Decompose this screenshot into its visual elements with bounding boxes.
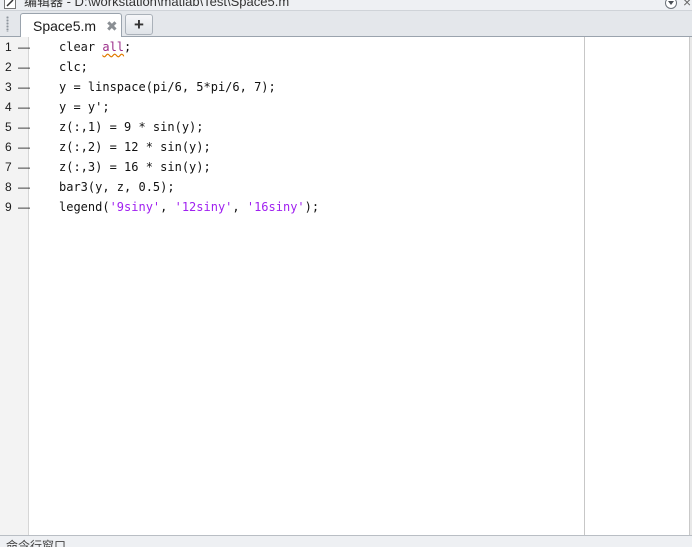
- breakpoint-marker[interactable]: —: [18, 37, 30, 57]
- code-token: );: [304, 200, 320, 214]
- code-line[interactable]: 4 — y = y';: [0, 97, 584, 117]
- code-text: y = linspace(pi/6, 5*pi/6, 7);: [59, 80, 276, 94]
- breakpoint-marker[interactable]: —: [18, 137, 30, 157]
- line-number: 1: [5, 40, 12, 54]
- editor-tab-bar: Space5.m ✖ +: [0, 11, 692, 37]
- line-number: 5: [5, 120, 12, 134]
- breakpoint-marker[interactable]: —: [18, 177, 30, 197]
- line-number: 3: [5, 80, 12, 94]
- code-line[interactable]: 9 — legend('9siny', '12siny', '16siny');: [0, 197, 584, 217]
- code-text: z(:,2) = 12 * sin(y);: [59, 140, 211, 154]
- code-token: ,: [160, 200, 175, 214]
- string-literal: '12siny': [174, 200, 233, 214]
- right-margin-guide: [584, 37, 585, 535]
- code-text: legend('9siny', '12siny', '16siny');: [59, 197, 319, 217]
- drag-grip-icon[interactable]: [6, 16, 9, 32]
- breakpoint-marker[interactable]: —: [18, 57, 30, 77]
- code-text: z(:,1) = 9 * sin(y);: [59, 120, 204, 134]
- code-line[interactable]: 6 — z(:,2) = 12 * sin(y);: [0, 137, 584, 157]
- breakpoint-marker[interactable]: —: [18, 97, 30, 117]
- new-tab-button[interactable]: +: [125, 14, 153, 35]
- breakpoint-marker[interactable]: —: [18, 197, 30, 217]
- pencil-edit-icon: [4, 0, 16, 9]
- code-line[interactable]: 7 — z(:,3) = 16 * sin(y);: [0, 157, 584, 177]
- code-editor[interactable]: 1 — clear all; 2 — clc; 3 — y = linspace…: [0, 37, 692, 535]
- code-token: legend(: [59, 200, 110, 214]
- command-window-label: 命令行窗口: [6, 539, 67, 547]
- code-line[interactable]: 1 — clear all;: [0, 37, 584, 57]
- window-title: 编辑器 - D:\workstation\matlab\Test\Space5.…: [24, 0, 290, 9]
- string-literal: '9siny': [109, 200, 161, 214]
- close-window-icon[interactable]: ×: [683, 0, 691, 10]
- code-line[interactable]: 5 — z(:,1) = 9 * sin(y);: [0, 117, 584, 137]
- line-number: 7: [5, 160, 12, 174]
- string-literal: '16siny': [246, 200, 305, 214]
- code-text: bar3(y, z, 0.5);: [59, 180, 175, 194]
- code-token: clear: [59, 40, 103, 54]
- code-line[interactable]: 8 — bar3(y, z, 0.5);: [0, 177, 584, 197]
- window-title-bar: 编辑器 - D:\workstation\matlab\Test\Space5.…: [0, 0, 692, 11]
- code-token: ;: [124, 40, 132, 54]
- line-number: 6: [5, 140, 12, 154]
- breakpoint-marker[interactable]: —: [18, 77, 30, 97]
- tab-label: Space5.m: [33, 18, 97, 34]
- line-number: 2: [5, 60, 12, 74]
- close-tab-icon[interactable]: ✖: [106, 17, 118, 35]
- breakpoint-marker[interactable]: —: [18, 157, 30, 177]
- code-warning-token: all: [102, 40, 125, 54]
- code-text: z(:,3) = 16 * sin(y);: [59, 160, 211, 174]
- tab-space5[interactable]: Space5.m ✖: [20, 13, 122, 37]
- line-number: 4: [5, 100, 12, 114]
- code-line[interactable]: 3 — y = linspace(pi/6, 5*pi/6, 7);: [0, 77, 584, 97]
- chevron-down-circle-icon[interactable]: [665, 0, 677, 9]
- code-text: clear all;: [59, 37, 131, 57]
- code-text: clc;: [59, 60, 88, 74]
- command-window-strip[interactable]: 命令行窗口: [0, 535, 692, 547]
- line-number: 9: [5, 200, 12, 214]
- code-line[interactable]: 2 — clc;: [0, 57, 584, 77]
- line-number: 8: [5, 180, 12, 194]
- breakpoint-marker[interactable]: —: [18, 117, 30, 137]
- code-text: y = y';: [59, 100, 110, 114]
- code-token: ,: [232, 200, 247, 214]
